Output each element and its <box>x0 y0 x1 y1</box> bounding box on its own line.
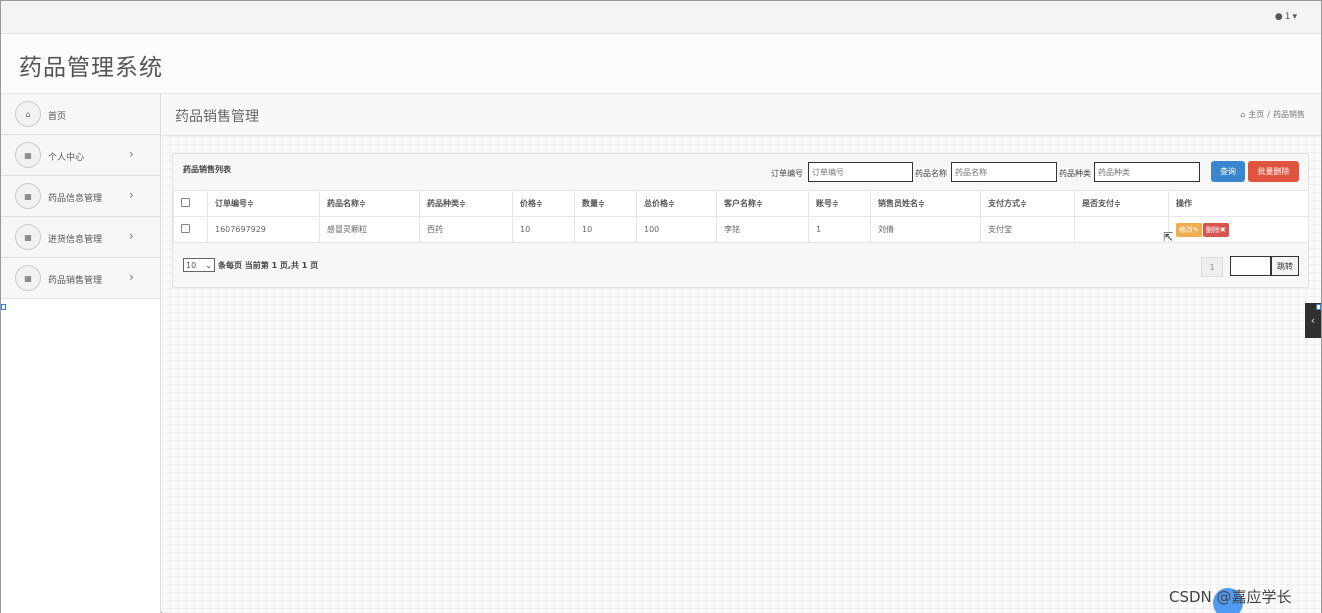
chevron-right-icon: › <box>129 147 134 161</box>
cell-drug-name: 感冒灵颗粒 <box>319 216 420 243</box>
grid-icon: ▦ <box>15 265 41 291</box>
content-header: 药品销售管理 ⌂ 主页 / 药品销售 <box>161 94 1321 136</box>
home-icon: ⌂ <box>1240 110 1246 119</box>
sidebar-item-label: 药品销售管理 <box>48 276 103 286</box>
drug-type-label: 药品种类 <box>1059 169 1091 178</box>
edit-button[interactable]: 修改✎ <box>1176 222 1202 237</box>
cell-salesperson-name: 刘倩 <box>870 216 981 243</box>
chevron-right-icon: › <box>129 188 134 202</box>
cell-price: 10 <box>512 216 575 243</box>
user-menu[interactable]: ● 1 ▾ <box>1275 12 1297 22</box>
page-title: 药品销售管理 <box>175 109 259 125</box>
home-icon: ⌂ <box>15 101 41 127</box>
cell-actions: 修改✎ 删除✖ <box>1168 216 1309 243</box>
pagination-text: 条每页 当前第 1 页,共 1 页 <box>218 260 319 270</box>
resize-handle-left <box>1 304 6 310</box>
breadcrumb-separator: / <box>1267 110 1270 119</box>
delete-button[interactable]: 删除✖ <box>1202 222 1229 237</box>
user-icon: ● <box>1274 12 1283 22</box>
drug-name-input[interactable] <box>951 162 1057 182</box>
page-size-select[interactable]: 10 ⌄ <box>183 258 215 272</box>
sidebar-item-home[interactable]: ⌂ 首页 <box>1 94 160 135</box>
column-header[interactable]: 总价格≑ <box>636 190 717 217</box>
page-jump-input[interactable] <box>1230 256 1271 276</box>
drug-name-label: 药品名称 <box>915 169 947 178</box>
breadcrumb-current: 药品销售 <box>1273 110 1305 119</box>
sidebar-item-label: 个人中心 <box>48 153 85 163</box>
breadcrumb: ⌂ 主页 / 药品销售 <box>1240 109 1305 120</box>
pencil-icon: ✎ <box>1193 225 1199 234</box>
sidebar-item-profile[interactable]: ▦ 个人中心 › <box>1 135 160 176</box>
drug-type-input[interactable] <box>1094 162 1200 182</box>
sidebar-item-label: 首页 <box>48 112 67 122</box>
cell-is-paid <box>1074 216 1169 243</box>
sales-table: 订单编号≑ 药品名称≑ 药品种类≑ 价格≑ 数量≑ 总价格≑ 客户名称≑ 账号≑… <box>173 190 1309 243</box>
sidebar: ⌂ 首页 ▦ 个人中心 › ▦ 药品信息管理 › ▦ 进货信息管理 › ▦ 药品… <box>1 94 161 613</box>
chevron-right-icon: › <box>129 270 134 284</box>
user-menu-label: 1 <box>1284 12 1291 22</box>
top-bar: ● 1 ▾ <box>1 1 1321 34</box>
row-select-cell[interactable] <box>173 216 208 243</box>
panel-title: 药品销售列表 <box>183 165 231 174</box>
page-number-button[interactable]: 1 <box>1201 257 1223 277</box>
cell-drug-type: 西药 <box>419 216 513 243</box>
column-header[interactable]: 价格≑ <box>512 190 575 217</box>
grid-icon: ▦ <box>15 183 41 209</box>
column-header[interactable]: 药品名称≑ <box>319 190 420 217</box>
column-header[interactable]: 是否支付≑ <box>1074 190 1169 217</box>
order-number-label: 订单编号 <box>771 169 803 178</box>
search-button[interactable]: 查询 <box>1211 161 1245 182</box>
column-header[interactable]: 客户名称≑ <box>716 190 809 217</box>
app-title: 药品管理系统 <box>19 55 163 81</box>
close-icon: ✖ <box>1219 225 1226 234</box>
sidebar-item-drug-sales[interactable]: ▦ 药品销售管理 › <box>1 258 160 299</box>
pagination-info: 10 ⌄ 条每页 当前第 1 页,共 1 页 <box>183 258 318 272</box>
column-header[interactable]: 订单编号≑ <box>207 190 320 217</box>
app-header: 药品管理系统 <box>1 34 1321 94</box>
cell-customer-name: 李铭 <box>716 216 809 243</box>
sales-list-panel: 药品销售列表 订单编号 药品名称 药品种类 查询 批量删除 订单编号≑ 药品名称… <box>172 153 1309 288</box>
select-all-checkbox[interactable] <box>181 198 190 207</box>
select-all-cell[interactable] <box>173 190 208 217</box>
caret-down-icon: ▾ <box>1292 12 1297 22</box>
table-header-row: 订单编号≑ 药品名称≑ 药品种类≑ 价格≑ 数量≑ 总价格≑ 客户名称≑ 账号≑… <box>173 190 1309 217</box>
chevron-right-icon: › <box>129 229 134 243</box>
column-header[interactable]: 支付方式≑ <box>980 190 1075 217</box>
cell-quantity: 10 <box>574 216 637 243</box>
breadcrumb-home-link[interactable]: 主页 <box>1248 109 1264 120</box>
column-header[interactable]: 数量≑ <box>574 190 637 217</box>
watermark-text: CSDN @嘉应学长 <box>1169 588 1292 606</box>
cell-total-price: 100 <box>636 216 717 243</box>
order-number-input[interactable] <box>808 162 913 182</box>
column-header-actions: 操作 <box>1168 190 1309 217</box>
chevron-left-icon: ‹ <box>1310 314 1316 327</box>
column-header[interactable]: 销售员姓名≑ <box>870 190 981 217</box>
sidebar-item-label: 药品信息管理 <box>48 194 103 204</box>
chevron-down-icon: ⌄ <box>205 260 212 270</box>
column-header[interactable]: 药品种类≑ <box>419 190 513 217</box>
batch-delete-button[interactable]: 批量删除 <box>1248 161 1299 182</box>
cell-order-number: 1607697929 <box>207 216 320 243</box>
sidebar-item-drug-info[interactable]: ▦ 药品信息管理 › <box>1 176 160 217</box>
cell-account: 1 <box>808 216 871 243</box>
cell-payment-method: 支付宝 <box>980 216 1075 243</box>
sidebar-item-label: 进货信息管理 <box>48 235 103 245</box>
mouse-cursor-icon: ⇱ <box>1163 230 1174 244</box>
table-row: 1607697929 感冒灵颗粒 西药 10 10 100 李铭 1 刘倩 支付… <box>173 216 1309 243</box>
column-header[interactable]: 账号≑ <box>808 190 871 217</box>
grid-icon: ▦ <box>15 224 41 250</box>
row-checkbox[interactable] <box>181 224 190 233</box>
page-jump-button[interactable]: 跳转 <box>1271 256 1299 276</box>
grid-icon: ▦ <box>15 142 41 168</box>
resize-handle-right <box>1316 304 1321 310</box>
sidebar-item-purchase-info[interactable]: ▦ 进货信息管理 › <box>1 217 160 258</box>
